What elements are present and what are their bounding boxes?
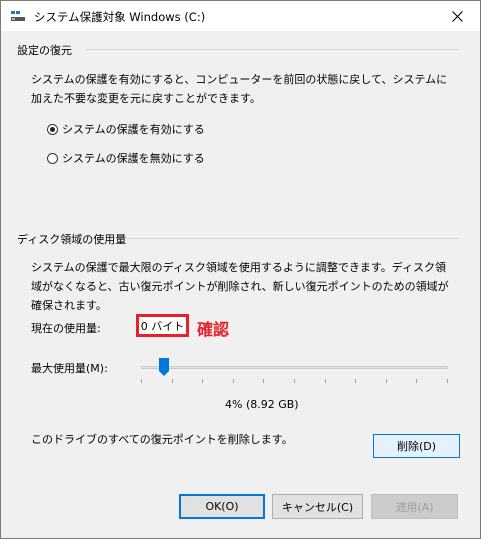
- apply-button[interactable]: 適用(A): [371, 494, 458, 519]
- delete-description: このドライブのすべての復元ポイントを削除します。: [31, 433, 293, 446]
- disable-protection-label: システムの保護を無効にする: [62, 152, 205, 165]
- enable-protection-label: システムの保護を有効にする: [62, 123, 205, 136]
- slider-tick: [447, 379, 448, 383]
- max-usage-label: 最大使用量(M):: [31, 362, 108, 375]
- disk-usage-description: システムの保護で最大限のディスク領域を使用するように調整できます。ディスク領域が…: [31, 261, 449, 312]
- ok-button[interactable]: OK(O): [179, 494, 265, 519]
- slider-thumb[interactable]: [159, 358, 170, 376]
- close-button[interactable]: [434, 1, 480, 31]
- restore-settings-heading: 設定の復元: [17, 44, 72, 57]
- restore-settings-description: システムの保護を有効にすると、コンピューターを前回の状態に戻して、システムに加え…: [31, 73, 448, 105]
- slider-tick: [355, 379, 356, 383]
- slider-tick: [294, 379, 295, 383]
- radio-checked-icon: [47, 123, 58, 135]
- title-bar[interactable]: システム保護対象 Windows (C:): [1, 1, 480, 31]
- slider-tick: [325, 379, 326, 383]
- slider-tick: [386, 379, 387, 383]
- slider-tick: [233, 379, 234, 383]
- delete-button[interactable]: 削除(D): [373, 434, 460, 458]
- close-icon: [451, 10, 463, 22]
- restore-settings-divider: [85, 49, 458, 50]
- slider-tick: [202, 379, 203, 383]
- disk-usage-divider: [127, 238, 458, 239]
- slider-tick: [263, 379, 264, 383]
- enable-protection-radio[interactable]: システムの保護を有効にする: [47, 121, 205, 137]
- confirm-annotation: 確認: [197, 320, 230, 339]
- disk-usage-heading: ディスク領域の使用量: [17, 233, 127, 246]
- max-usage-readout: 4% (8.92 GB): [225, 398, 299, 411]
- radio-unchecked-icon: [47, 152, 58, 164]
- current-usage-value: 0 バイト: [136, 314, 189, 337]
- system-protection-dialog: システム保護対象 Windows (C:) 設定の復元 システムの保護を有効にす…: [0, 0, 481, 539]
- slider-tick: [141, 379, 142, 383]
- slider-ticks: [141, 379, 448, 383]
- slider-tick: [416, 379, 417, 383]
- slider-tick: [172, 379, 173, 383]
- disable-protection-radio[interactable]: システムの保護を無効にする: [47, 150, 205, 166]
- cancel-button[interactable]: キャンセル(C): [272, 494, 363, 519]
- slider-track[interactable]: [141, 366, 448, 369]
- current-usage-label: 現在の使用量:: [31, 322, 101, 335]
- window-title: システム保護対象 Windows (C:): [34, 10, 206, 24]
- system-drive-icon: [11, 10, 25, 22]
